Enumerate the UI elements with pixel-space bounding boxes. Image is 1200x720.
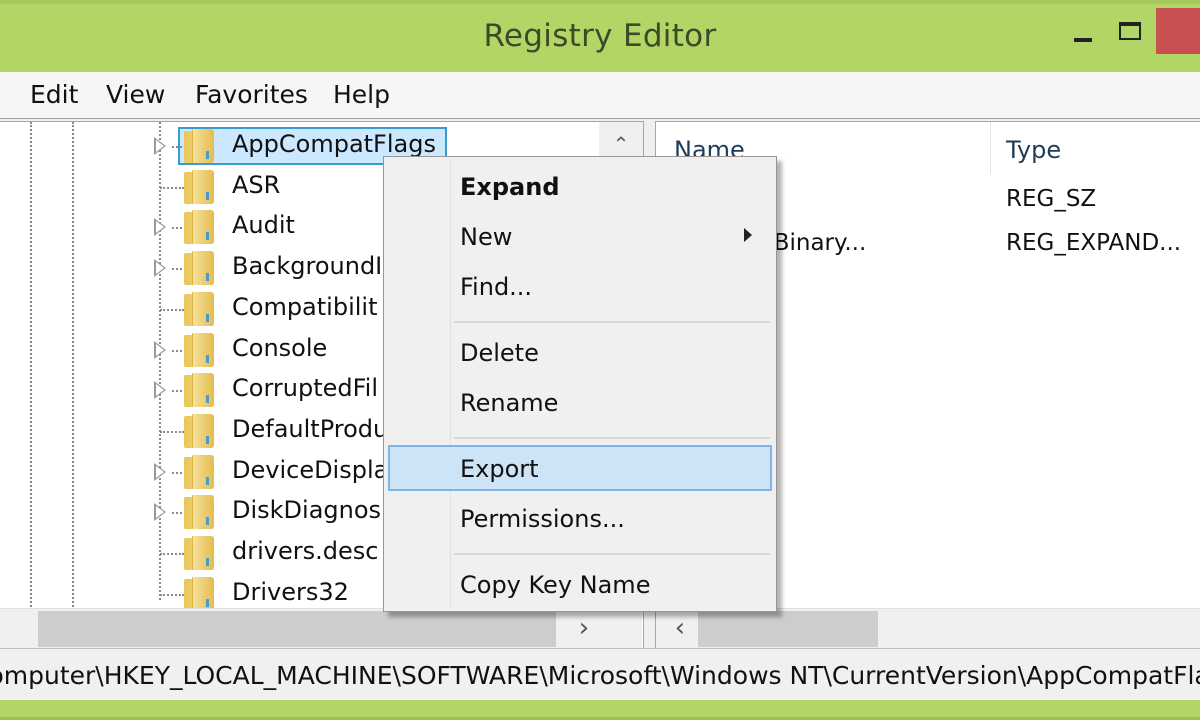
menu-view[interactable]: View: [106, 80, 165, 109]
tree-guide-line: [160, 553, 184, 555]
menu-item-new[interactable]: New: [388, 213, 772, 259]
menu-item-copy-key-name[interactable]: Copy Key Name: [388, 561, 772, 607]
tree-item-label: BackgroundI: [232, 252, 383, 281]
tree-item-label: Drivers32: [232, 577, 349, 606]
folder-icon: [184, 495, 216, 530]
tree-item-label: Audit: [232, 211, 295, 240]
tree-item-label: Compatibilit: [232, 292, 378, 321]
menu-item-label: Delete: [460, 339, 539, 367]
minimize-button[interactable]: [1060, 8, 1108, 54]
value-type: REG_EXPAND...: [1006, 230, 1182, 256]
value-type: REG_SZ: [1006, 186, 1097, 212]
folder-icon: [184, 169, 216, 204]
context-menu: Expand New Find... Delete Rename Export Permis…: [383, 156, 777, 612]
menu-item-label: Export: [460, 455, 539, 483]
tree-guide-line: [160, 593, 184, 596]
expand-arrow-icon[interactable]: [154, 503, 166, 522]
tree-guide-line: [160, 186, 184, 189]
tree-guide-line: [30, 122, 32, 610]
menu-item-label: Rename: [460, 389, 559, 417]
tree-item-label: drivers.desc: [232, 537, 379, 565]
tree-guide-line: [172, 349, 182, 352]
tree-guide-line: [172, 146, 182, 148]
menu-item-label: Copy Key Name: [460, 571, 651, 599]
tree-item-label: DeviceDispla: [232, 455, 389, 484]
scrollbar-thumb[interactable]: [38, 611, 556, 647]
tree-item-label: CorruptedFil: [232, 374, 379, 403]
values-horizontal-scrollbar[interactable]: ‹: [656, 608, 1200, 648]
menu-favorites[interactable]: Favorites: [195, 80, 308, 109]
folder-icon: [184, 373, 216, 408]
expand-arrow-icon[interactable]: [154, 259, 166, 278]
menu-separator: [454, 437, 770, 439]
window-title: Registry Editor: [483, 18, 717, 54]
maximize-button[interactable]: [1108, 8, 1156, 54]
folder-icon: [184, 210, 216, 245]
tree-guide-line: [172, 390, 182, 393]
tree-guide-line: [72, 122, 74, 610]
menu-item-label: Permissions...: [460, 505, 625, 533]
status-bar: Computer\HKEY_LOCAL_MACHINE\SOFTWARE\Mic…: [0, 648, 1200, 700]
expand-arrow-icon[interactable]: [154, 462, 166, 481]
menu-item-find[interactable]: Find...: [388, 263, 772, 309]
minimize-icon: [1074, 38, 1092, 42]
tree-guide-line: [172, 227, 182, 230]
expand-arrow-icon[interactable]: [154, 137, 166, 155]
tree-guide-line: [172, 512, 182, 515]
menu-item-permissions[interactable]: Permissions...: [388, 495, 772, 541]
tree-guide-line: [160, 430, 184, 433]
folder-icon: [184, 291, 216, 326]
menu-item-export[interactable]: Export: [388, 445, 772, 491]
tree-item-label: DiskDiagnos: [232, 496, 382, 525]
menu-help[interactable]: Help: [333, 80, 390, 109]
folder-icon: [184, 454, 216, 489]
window-border: [0, 700, 1200, 720]
tree-item-label: ASR: [232, 170, 281, 199]
registry-path: Computer\HKEY_LOCAL_MACHINE\SOFTWARE\Mic…: [0, 661, 1200, 690]
menu-item-label: New: [460, 223, 513, 251]
menu-item-expand[interactable]: Expand: [388, 163, 772, 209]
tree-item-label: DefaultProdu: [232, 414, 389, 443]
expand-arrow-icon[interactable]: [154, 381, 166, 400]
menu-item-label: Expand: [460, 173, 560, 201]
submenu-arrow-icon: [744, 228, 752, 242]
column-header-type[interactable]: Type: [1006, 122, 1061, 174]
folder-icon: [184, 576, 216, 611]
column-divider[interactable]: [990, 122, 991, 174]
tree-item-label: AppCompatFlags: [232, 130, 436, 158]
folder-icon: [184, 536, 216, 570]
chevron-left-icon[interactable]: ‹: [662, 609, 698, 649]
folder-icon: [184, 129, 216, 163]
registry-editor-window: Registry Editor Edit View Favorites Help…: [0, 0, 1200, 720]
close-button[interactable]: [1156, 8, 1200, 54]
title-bar[interactable]: Registry Editor: [0, 0, 1200, 72]
tree-guide-line: [172, 268, 182, 271]
tree-item-label: Console: [232, 333, 328, 362]
menu-separator: [454, 321, 770, 323]
expand-arrow-icon[interactable]: [154, 218, 166, 237]
folder-icon: [184, 251, 216, 286]
menu-item-label: Find...: [460, 273, 533, 301]
maximize-icon: [1119, 22, 1141, 40]
tree-horizontal-scrollbar[interactable]: ›: [0, 608, 642, 648]
tree-guide-line: [172, 471, 182, 474]
menu-item-rename[interactable]: Rename: [388, 379, 772, 425]
expand-arrow-icon[interactable]: [154, 340, 166, 359]
menu-edit[interactable]: Edit: [30, 80, 78, 109]
folder-icon: [184, 413, 216, 448]
scrollbar-thumb[interactable]: [698, 611, 878, 647]
tree-guide-line: [160, 308, 184, 311]
menu-bar: Edit View Favorites Help: [0, 72, 1200, 118]
folder-icon: [184, 332, 216, 367]
menu-separator: [454, 553, 770, 555]
chevron-right-icon[interactable]: ›: [566, 609, 602, 649]
menu-item-delete[interactable]: Delete: [388, 329, 772, 375]
